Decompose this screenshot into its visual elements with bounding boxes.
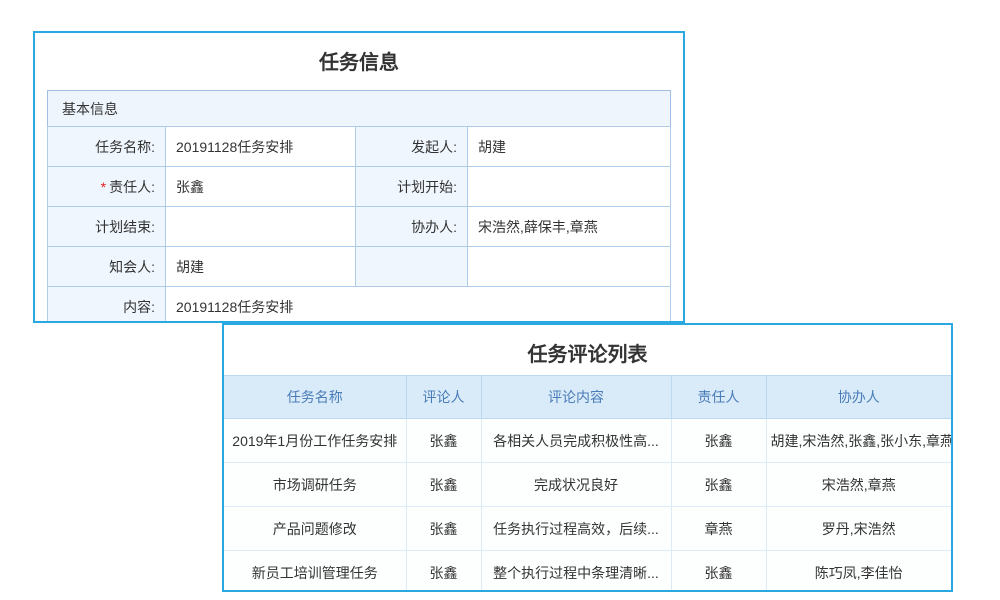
initiator-label: 发起人: — [356, 127, 468, 167]
form-row-notify: 知会人: 胡建 — [48, 247, 671, 287]
task-comment-panel: 任务评论列表 任务名称 评论人 评论内容 责任人 协办人 2019年1月份工作任… — [222, 323, 953, 592]
empty-label-cell — [356, 247, 468, 287]
col-header-owner: 责任人 — [671, 376, 766, 419]
owner-label: *责任人: — [48, 167, 166, 207]
assistants-text: 胡建,宋浩然,张鑫,张小东,章燕 — [766, 419, 951, 463]
content-value: 20191128任务安排 — [166, 287, 671, 324]
table-row: 产品问题修改 张鑫 任务执行过程高效，后续... 章燕 罗丹,宋浩然 — [224, 507, 951, 551]
plan-start-label: 计划开始: — [356, 167, 468, 207]
basic-info-section-header: 基本信息 — [47, 90, 671, 127]
comment-text: 完成状况良好 — [481, 463, 671, 507]
task-info-table: 任务名称: 20191128任务安排 发起人: 胡建 *责任人: 张鑫 计划开始… — [47, 126, 671, 323]
table-row: 新员工培训管理任务 张鑫 整个执行过程中条理清晰... 张鑫 陈巧凤,李佳怡 — [224, 551, 951, 593]
table-row: 2019年1月份工作任务安排 张鑫 各相关人员完成积极性高... 张鑫 胡建,宋… — [224, 419, 951, 463]
comment-text: 任务执行过程高效，后续... — [481, 507, 671, 551]
required-asterisk: * — [101, 179, 106, 195]
table-row: 市场调研任务 张鑫 完成状况良好 张鑫 宋浩然,章燕 — [224, 463, 951, 507]
empty-value-cell — [468, 247, 671, 287]
task-name-link[interactable]: 产品问题修改 — [224, 507, 406, 551]
comment-text: 整个执行过程中条理清晰... — [481, 551, 671, 593]
commenter-link[interactable]: 张鑫 — [406, 551, 481, 593]
plan-end-value — [166, 207, 356, 247]
owner-link[interactable]: 张鑫 — [671, 551, 766, 593]
commenter-link[interactable]: 张鑫 — [406, 419, 481, 463]
plan-end-label: 计划结束: — [48, 207, 166, 247]
assistants-text: 宋浩然,章燕 — [766, 463, 951, 507]
task-info-form: 基本信息 任务名称: 20191128任务安排 发起人: 胡建 *责任人: 张鑫… — [47, 90, 671, 323]
notify-label: 知会人: — [48, 247, 166, 287]
comment-text: 各相关人员完成积极性高... — [481, 419, 671, 463]
task-name-value: 20191128任务安排 — [166, 127, 356, 167]
task-name-link[interactable]: 市场调研任务 — [224, 463, 406, 507]
owner-link[interactable]: 张鑫 — [671, 463, 766, 507]
task-comment-title: 任务评论列表 — [224, 325, 951, 368]
task-name-link[interactable]: 新员工培训管理任务 — [224, 551, 406, 593]
assistant-label: 协办人: — [356, 207, 468, 247]
form-row-task-name: 任务名称: 20191128任务安排 发起人: 胡建 — [48, 127, 671, 167]
comment-table-header-row: 任务名称 评论人 评论内容 责任人 协办人 — [224, 376, 951, 419]
owner-label-text: 责任人: — [109, 179, 155, 195]
assistants-text: 陈巧凤,李佳怡 — [766, 551, 951, 593]
form-row-content: 内容: 20191128任务安排 — [48, 287, 671, 324]
content-label: 内容: — [48, 287, 166, 324]
initiator-value: 胡建 — [468, 127, 671, 167]
col-header-commenter: 评论人 — [406, 376, 481, 419]
owner-link[interactable]: 章燕 — [671, 507, 766, 551]
task-name-label: 任务名称: — [48, 127, 166, 167]
commenter-link[interactable]: 张鑫 — [406, 463, 481, 507]
assistants-text: 罗丹,宋浩然 — [766, 507, 951, 551]
owner-link[interactable]: 张鑫 — [671, 419, 766, 463]
task-info-title: 任务信息 — [35, 33, 683, 76]
assistant-value: 宋浩然,薛保丰,章燕 — [468, 207, 671, 247]
notify-value: 胡建 — [166, 247, 356, 287]
plan-start-value — [468, 167, 671, 207]
task-info-panel: 任务信息 基本信息 任务名称: 20191128任务安排 发起人: 胡建 *责任… — [33, 31, 685, 323]
col-header-assistants: 协办人 — [766, 376, 951, 419]
form-row-plan-end: 计划结束: 协办人: 宋浩然,薛保丰,章燕 — [48, 207, 671, 247]
col-header-task-name: 任务名称 — [224, 376, 406, 419]
commenter-link[interactable]: 张鑫 — [406, 507, 481, 551]
owner-value: 张鑫 — [166, 167, 356, 207]
form-row-owner: *责任人: 张鑫 计划开始: — [48, 167, 671, 207]
task-comment-table: 任务名称 评论人 评论内容 责任人 协办人 2019年1月份工作任务安排 张鑫 … — [224, 375, 951, 592]
task-name-link[interactable]: 2019年1月份工作任务安排 — [224, 419, 406, 463]
col-header-comment: 评论内容 — [481, 376, 671, 419]
